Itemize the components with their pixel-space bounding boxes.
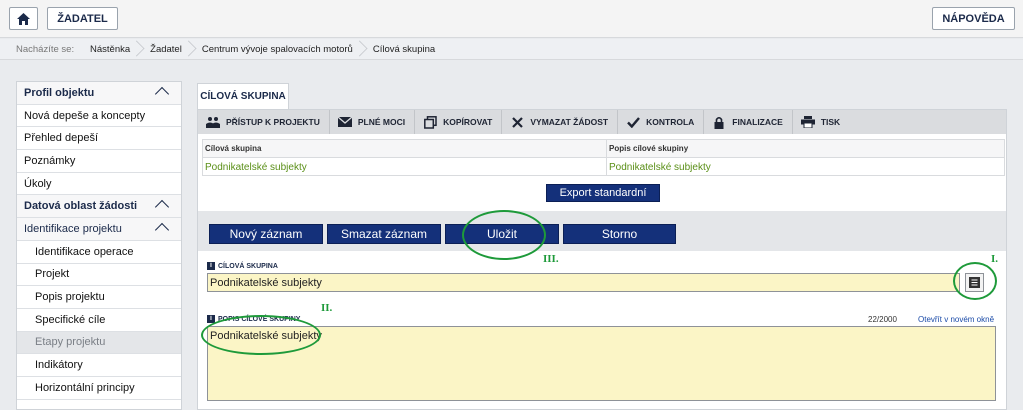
toolbar: PŘÍSTUP K PROJEKTU PLNÉ MOCI KOPÍROVAT V… (198, 110, 1006, 134)
print-button[interactable]: TISK (793, 110, 849, 134)
cancel-button[interactable]: Storno (563, 224, 676, 244)
chevron-up-icon[interactable] (154, 223, 170, 238)
toolbar-item-label: PLNÉ MOCI (357, 117, 406, 127)
sidebar-item-label: Datová oblast žádosti (24, 200, 138, 213)
toolbar-item-label: KOPÍROVAT (443, 117, 493, 127)
sidebar-item-label: Horizontální principy (35, 381, 135, 394)
power-of-attorney-button[interactable]: PLNÉ MOCI (330, 110, 416, 134)
column-header-cilova-skupina[interactable]: Cílová skupina (203, 140, 607, 157)
sidebar: Profil objektu Nová depeše a koncepty Př… (16, 81, 182, 410)
toolbar-item-label: PŘÍSTUP K PROJEKTU (226, 117, 320, 127)
people-icon (206, 116, 220, 128)
annotation-label-iii: III. (543, 253, 559, 265)
sidebar-item-label: Identifikace operace (35, 245, 134, 258)
close-icon (510, 116, 524, 128)
char-counter: 22/2000 (868, 315, 897, 324)
sidebar-item-label: Etapy projektu (35, 336, 106, 349)
sidebar-item-label: Přehled depeší (24, 132, 98, 145)
chevron-up-icon[interactable] (154, 200, 170, 215)
napoveda-button[interactable]: NÁPOVĚDA (932, 7, 1015, 30)
breadcrumb-item-current: Cílová skupina (372, 43, 436, 55)
lock-icon (712, 116, 726, 129)
sidebar-item-horizontalni-principy[interactable]: Horizontální principy (17, 377, 181, 400)
annotation-label-ii: II. (321, 302, 333, 314)
sidebar-item-label: Nová depeše a koncepty (24, 109, 146, 122)
records-grid: Cílová skupina Popis cílové skupiny Podn… (202, 139, 1005, 176)
zadatel-button[interactable]: ŽADATEL (47, 7, 118, 30)
export-standard-button[interactable]: Export standardní (546, 184, 660, 202)
new-record-button[interactable]: Nový záznam (209, 224, 323, 244)
sidebar-item-identifikace-operace[interactable]: Identifikace operace (17, 241, 181, 264)
open-new-window-link[interactable]: Otevřít v novém okně (918, 315, 994, 324)
check-icon (626, 116, 640, 128)
cilova-skupina-label: i CÍLOVÁ SKUPINA (207, 262, 278, 270)
table-cell: Podnikatelské subjekty (203, 158, 607, 176)
popis-cilove-skupiny-textarea[interactable]: Podnikatelské subjekty (207, 326, 996, 401)
sidebar-item-label: Projekt (35, 268, 70, 281)
breadcrumb-item-zadatel[interactable]: Žadatel (140, 39, 192, 60)
sidebar-item-label: Úkoly (24, 177, 52, 190)
toolbar-item-label: TISK (820, 117, 841, 127)
action-bar: Nový záznam Smazat záznam Uložit Storno (198, 211, 1006, 251)
copy-button[interactable]: KOPÍROVAT (415, 110, 503, 134)
sidebar-item-popis-projektu[interactable]: Popis projektu (17, 286, 181, 309)
printer-icon (800, 116, 815, 128)
breadcrumb-prefix: Nacházíte se: (16, 43, 75, 55)
access-button[interactable]: PŘÍSTUP K PROJEKTU (198, 110, 330, 134)
sidebar-item-label: Specifické cíle (35, 313, 106, 326)
annotation-circle-list (953, 262, 997, 300)
sidebar-item-prehled-depesi[interactable]: Přehled depeší (17, 127, 181, 151)
sidebar-item-label: Poznámky (24, 154, 76, 167)
sidebar-item-ukoly[interactable]: Úkoly (17, 173, 181, 196)
home-button[interactable] (9, 7, 38, 30)
top-bar: ŽADATEL NÁPOVĚDA (0, 0, 1023, 38)
cilova-skupina-field[interactable]: Podnikatelské subjekty (207, 273, 960, 292)
sidebar-item-label: Identifikace projektu (24, 222, 122, 235)
main-panel: PŘÍSTUP K PROJEKTU PLNÉ MOCI KOPÍROVAT V… (197, 109, 1007, 410)
sidebar-item-label: Indikátory (35, 359, 83, 372)
sidebar-item-specificke-cile[interactable]: Specifické cíle (17, 309, 181, 332)
check-button[interactable]: KONTROLA (618, 110, 705, 134)
tab-cilova-skupina[interactable]: CÍLOVÁ SKUPINA (197, 83, 289, 109)
annotation-label-i: I. (991, 253, 999, 265)
home-icon (17, 12, 30, 25)
sidebar-item-projekt[interactable]: Projekt (17, 264, 181, 287)
delete-application-button[interactable]: VYMAZAT ŽÁDOST (502, 110, 619, 134)
sidebar-item-indikatory[interactable]: Indikátory (17, 354, 181, 377)
sidebar-item-label: Profil objektu (24, 86, 95, 99)
toolbar-item-label: KONTROLA (646, 117, 695, 127)
copy-icon (423, 115, 437, 129)
grid-header: Cílová skupina Popis cílové skupiny (203, 140, 1004, 158)
toolbar-item-label: FINALIZACE (732, 117, 783, 127)
sidebar-section-profil-objektu[interactable]: Profil objektu (17, 82, 181, 105)
breadcrumb-item-project[interactable]: Centrum vývoje spalovacích motorů (192, 39, 363, 60)
sidebar-item-nova-depese[interactable]: Nová depeše a koncepty (17, 105, 181, 128)
sidebar-item-etapy-projektu[interactable]: Etapy projektu (17, 331, 181, 355)
breadcrumb-item-nastenka[interactable]: Nástěnka (80, 39, 140, 60)
column-header-popis[interactable]: Popis cílové skupiny (607, 140, 1004, 157)
field-label-text: CÍLOVÁ SKUPINA (218, 262, 278, 270)
table-row[interactable]: Podnikatelské subjekty Podnikatelské sub… (203, 158, 1004, 176)
chevron-up-icon[interactable] (154, 86, 170, 102)
sidebar-section-identifikace-projektu[interactable]: Identifikace projektu (17, 218, 181, 241)
toolbar-item-label: VYMAZAT ŽÁDOST (530, 117, 609, 127)
envelope-icon (337, 116, 352, 128)
table-cell: Podnikatelské subjekty (609, 161, 711, 173)
annotation-circle-popis (201, 315, 321, 355)
sidebar-item-label: Popis projektu (35, 291, 105, 304)
finalize-button[interactable]: FINALIZACE (704, 110, 793, 134)
breadcrumb: Nacházíte se: Nástěnka Žadatel Centrum v… (0, 39, 1023, 60)
annotation-circle-save (462, 210, 546, 260)
sidebar-item-poznamky[interactable]: Poznámky (17, 150, 181, 173)
delete-record-button[interactable]: Smazat záznam (327, 224, 441, 244)
sidebar-section-datova-oblast[interactable]: Datová oblast žádosti (17, 195, 181, 219)
info-icon[interactable]: i (207, 262, 215, 270)
